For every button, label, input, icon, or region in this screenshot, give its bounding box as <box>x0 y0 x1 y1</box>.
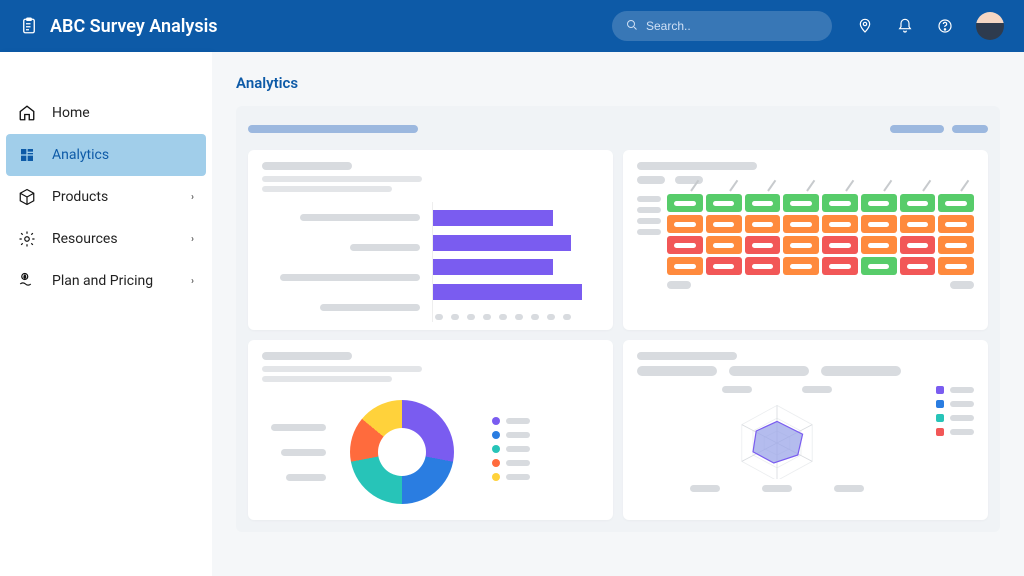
chevron-right-icon: › <box>191 234 194 245</box>
card-filter-skeleton[interactable] <box>729 366 809 376</box>
card-title-skeleton <box>637 162 757 170</box>
home-icon <box>18 104 36 122</box>
sidebar: Home Analytics Products › Resources › $ … <box>0 52 212 576</box>
pricing-icon: $ <box>18 272 36 290</box>
chevron-right-icon: › <box>191 276 194 287</box>
chart-card-heatmap <box>623 150 988 330</box>
panel-header <box>248 118 988 140</box>
svg-text:$: $ <box>24 274 26 279</box>
sidebar-item-label: Plan and Pricing <box>52 273 153 289</box>
sidebar-item-products[interactable]: Products › <box>0 176 212 218</box>
sidebar-item-home[interactable]: Home <box>0 92 212 134</box>
sidebar-item-analytics[interactable]: Analytics <box>6 134 206 176</box>
grid-icon <box>18 146 36 164</box>
sidebar-item-label: Resources <box>52 231 118 247</box>
card-title-skeleton <box>262 162 352 170</box>
search-icon <box>626 19 638 34</box>
app-title: ABC Survey Analysis <box>50 16 218 37</box>
avatar[interactable] <box>976 12 1004 40</box>
card-filter-skeleton[interactable] <box>637 366 717 376</box>
location-icon[interactable] <box>856 17 874 35</box>
search-box[interactable] <box>612 11 832 41</box>
donut-legend <box>492 417 530 487</box>
card-sub-skeleton <box>262 366 422 372</box>
sidebar-item-resources[interactable]: Resources › <box>0 218 212 260</box>
card-title-skeleton <box>637 352 737 360</box>
logo-wrap: ABC Survey Analysis <box>20 16 218 37</box>
analytics-panel <box>236 106 1000 532</box>
chart-card-bar <box>248 150 613 330</box>
panel-action-skeleton[interactable] <box>952 125 988 133</box>
sidebar-item-pricing[interactable]: $ Plan and Pricing › <box>0 260 212 302</box>
panel-action-skeleton[interactable] <box>890 125 944 133</box>
sidebar-item-label: Products <box>52 189 108 205</box>
gear-icon <box>18 230 36 248</box>
sidebar-item-label: Home <box>52 105 90 121</box>
box-icon <box>18 188 36 206</box>
sidebar-item-label: Analytics <box>52 147 109 163</box>
chart-card-radar <box>623 340 988 520</box>
header: ABC Survey Analysis <box>0 0 1024 52</box>
main: Analytics <box>212 52 1024 576</box>
card-filter-skeleton[interactable] <box>675 176 703 184</box>
radar-legend <box>936 386 974 436</box>
chart-card-donut <box>248 340 613 520</box>
clipboard-icon <box>20 17 38 35</box>
card-sub-skeleton <box>262 176 422 182</box>
bell-icon[interactable] <box>896 17 914 35</box>
chevron-right-icon: › <box>191 192 194 203</box>
card-filter-skeleton[interactable] <box>821 366 901 376</box>
card-title-skeleton <box>262 352 352 360</box>
search-input[interactable] <box>646 19 818 33</box>
card-sub-skeleton <box>262 186 392 192</box>
help-icon[interactable] <box>936 17 954 35</box>
panel-title-skeleton <box>248 125 418 133</box>
radar-chart <box>722 399 832 479</box>
bar-chart <box>432 202 599 322</box>
card-filter-skeleton[interactable] <box>637 176 665 184</box>
page-title: Analytics <box>236 74 1000 92</box>
heatmap <box>667 194 974 275</box>
card-sub-skeleton <box>262 376 392 382</box>
donut-chart <box>350 400 454 504</box>
